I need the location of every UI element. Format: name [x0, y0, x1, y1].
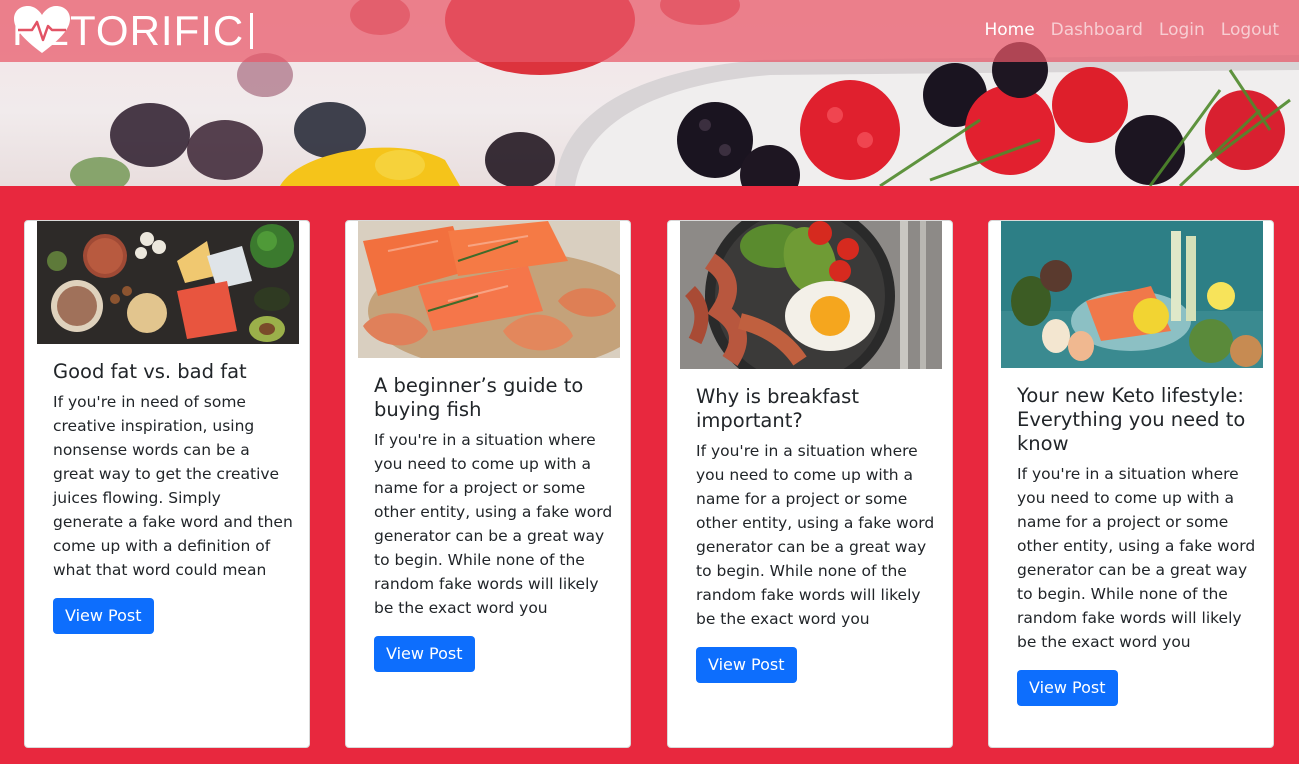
- post-excerpt: If you're in a situation where you need …: [1017, 465, 1256, 651]
- posts-section: Good fat vs. bad fat If you're in need o…: [0, 186, 1299, 764]
- view-post-button[interactable]: View Post: [1017, 670, 1118, 706]
- nav-home-link[interactable]: Home: [984, 20, 1034, 40]
- brand-logo[interactable]: KETORIFIC: [12, 6, 261, 56]
- nav-dashboard-link[interactable]: Dashboard: [1051, 20, 1143, 40]
- nav-logout-link[interactable]: Logout: [1221, 20, 1279, 40]
- post-card-body: Good fat vs. bad fat If you're in need o…: [53, 360, 293, 634]
- post-excerpt: If you're in a situation where you need …: [696, 442, 935, 628]
- post-card-body: Your new Keto lifestyle: Everything you …: [1017, 384, 1257, 706]
- salmon-and-shrimp-image: [358, 221, 620, 358]
- salmon-eggs-vegetables-image: [1001, 221, 1263, 368]
- post-card: A beginner’s guide to buying fish If you…: [345, 220, 631, 748]
- logo-divider: [250, 13, 254, 49]
- heart-pulse-icon: [14, 6, 70, 53]
- hero-banner: KETORIFIC Home Dashboard Login Logout: [0, 0, 1299, 186]
- post-excerpt: If you're in need of some creative inspi…: [53, 393, 293, 579]
- post-card: Your new Keto lifestyle: Everything you …: [988, 220, 1274, 748]
- view-post-button[interactable]: View Post: [374, 636, 475, 672]
- post-title: Your new Keto lifestyle: Everything you …: [1017, 384, 1246, 455]
- keto-foods-spread-image: [37, 221, 299, 344]
- view-post-button[interactable]: View Post: [696, 647, 797, 683]
- navbar: KETORIFIC Home Dashboard Login Logout: [0, 0, 1299, 62]
- post-title: Why is breakfast important?: [696, 385, 859, 432]
- post-card: Good fat vs. bad fat If you're in need o…: [24, 220, 310, 748]
- post-title: Good fat vs. bad fat: [53, 360, 247, 383]
- bacon-egg-avocado-breakfast-image: [680, 221, 942, 369]
- post-title: A beginner’s guide to buying fish: [374, 374, 584, 421]
- post-card: Why is breakfast important? If you're in…: [667, 220, 953, 748]
- nav-links: Home Dashboard Login Logout: [984, 20, 1279, 40]
- post-excerpt: If you're in a situation where you need …: [374, 431, 613, 617]
- post-card-body: A beginner’s guide to buying fish If you…: [374, 374, 614, 672]
- post-card-body: Why is breakfast important? If you're in…: [696, 385, 936, 683]
- nav-login-link[interactable]: Login: [1159, 20, 1205, 40]
- view-post-button[interactable]: View Post: [53, 598, 154, 634]
